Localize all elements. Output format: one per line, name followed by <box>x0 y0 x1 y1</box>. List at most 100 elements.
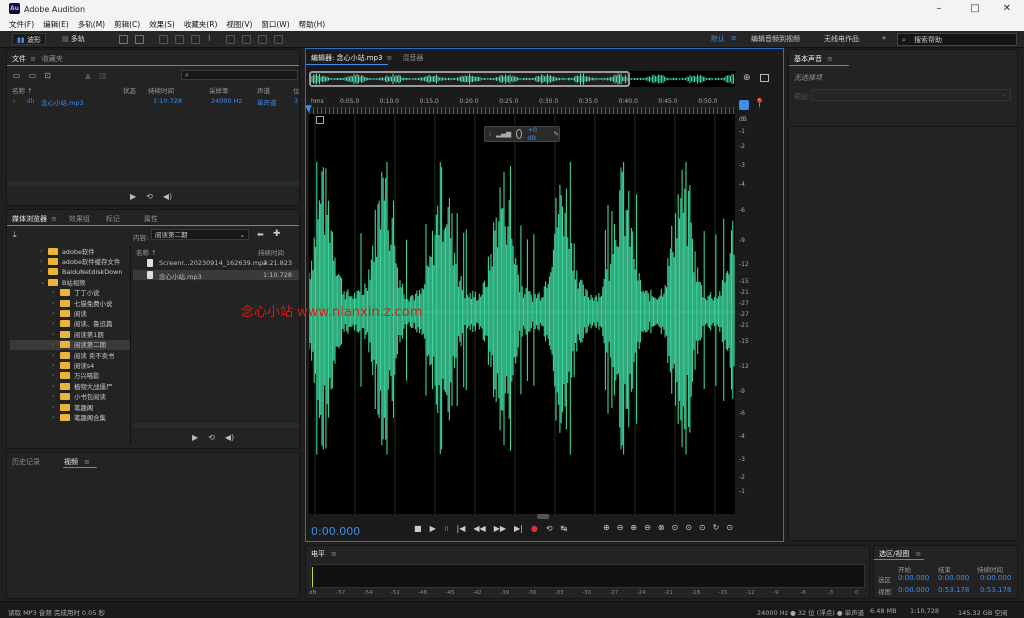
pin-icon[interactable]: ✎ <box>554 130 559 138</box>
chevron-right-icon[interactable]: › <box>52 393 60 400</box>
view-start[interactable]: 0:00.000 <box>898 586 929 594</box>
chevron-right-icon[interactable]: › <box>40 268 48 275</box>
overview-toggle-icon[interactable] <box>760 74 769 82</box>
workspace-radio[interactable]: 无线电作品 <box>824 34 859 44</box>
play-icon[interactable]: ▶ <box>192 433 198 442</box>
zoom-in-point-icon[interactable]: ⊙ <box>685 523 692 532</box>
waveform-display[interactable]: ⁞ ▂▄▆ +0 dB ✎ 念心小站 www.nianxin.z.com <box>241 114 735 514</box>
healing-tool-icon[interactable] <box>274 35 283 44</box>
autoplay-icon[interactable]: ◀) <box>163 192 172 201</box>
view-duration[interactable]: 0:53.178 <box>980 586 1011 594</box>
waveform-mode-button[interactable]: ▮▮ 波形 <box>12 33 46 45</box>
column-bits[interactable]: 位 <box>293 85 300 95</box>
insert-icon[interactable]: ▲ <box>85 71 91 80</box>
close-icon[interactable]: ✕ <box>990 0 1024 18</box>
menu-window[interactable]: 窗口(W) <box>261 18 289 31</box>
folder-item[interactable]: › BaiduNetdiskDown <box>10 267 131 277</box>
level-title[interactable]: 电平 <box>311 549 325 559</box>
zoom-out-time-icon[interactable]: ⊖ <box>644 523 651 532</box>
overview-view-range[interactable] <box>309 71 630 87</box>
zoom-extra-icon[interactable]: ⊙ <box>726 523 733 532</box>
folder-item[interactable]: › 小书包阅读 <box>10 391 131 401</box>
zoom-out-amplitude-icon[interactable]: ⊖ <box>617 523 624 532</box>
column-sample-rate[interactable]: 采样率 <box>209 85 229 95</box>
folder-item[interactable]: › 丁丁小说 <box>10 288 131 298</box>
chevron-right-icon[interactable]: › <box>52 404 60 411</box>
folder-item[interactable]: › adobe软件缓存文件 <box>10 256 131 266</box>
tab-favorites[interactable]: 收藏夹 <box>42 54 63 64</box>
workspace-default[interactable]: 默认 <box>711 34 725 44</box>
file-row[interactable]: › ·ıllı 念心小站.mp3 1:10.728 24000 Hz 单声道 3 <box>7 97 299 107</box>
autoplay-icon[interactable]: ◀) <box>225 433 234 442</box>
horizontal-scrollbar[interactable] <box>309 514 735 519</box>
time-selection-tool-icon[interactable]: I <box>208 34 211 44</box>
column-channels[interactable]: 声道 <box>257 85 270 95</box>
folder-item[interactable]: › 七猫免费小说 <box>10 298 131 308</box>
chevron-right-icon[interactable]: › <box>52 300 60 307</box>
folder-item[interactable]: › 阅读 <box>10 308 131 318</box>
media-file-row[interactable]: Screenr...20230914_162639.mp4 2:21.823 <box>133 259 299 269</box>
folder-item[interactable]: › 阅读s4 <box>10 360 131 370</box>
folder-item[interactable]: › 笔趣阁 <box>10 402 131 412</box>
maximize-icon[interactable]: □ <box>958 0 992 18</box>
open-file-icon[interactable]: ▭ <box>13 71 21 80</box>
pin-icon[interactable]: 📍 <box>754 99 765 109</box>
zoom-rotate-icon[interactable]: ↻ <box>713 523 720 532</box>
column-name[interactable]: 名称 ↑ <box>136 247 157 257</box>
time-ruler[interactable]: hms 0:05.0 0:10.0 0:15.0 0:20.0 0:25.0 0:30.0… <box>309 98 735 114</box>
move-tool-icon[interactable] <box>159 35 168 44</box>
zoom-in-time-icon[interactable]: ⊕ <box>630 523 637 532</box>
tab-effects-rack[interactable]: 效果组 <box>69 214 90 224</box>
current-time[interactable]: 0:00.000 <box>311 525 360 538</box>
folder-item[interactable]: › 笔趣阁合集 <box>10 412 131 422</box>
chevron-right-icon[interactable]: › <box>52 331 60 338</box>
menu-edit[interactable]: 编辑(E) <box>43 18 69 31</box>
chevron-right-icon[interactable]: › <box>52 362 60 369</box>
selection-view-title[interactable]: 选区/视图 <box>879 549 909 559</box>
location-icon[interactable]: ⤓ <box>13 230 17 240</box>
lasso-tool-icon[interactable] <box>242 35 251 44</box>
zoom-in-amplitude-icon[interactable]: ⊕ <box>603 523 610 532</box>
frequency-icon[interactable] <box>316 116 324 124</box>
chevron-down-icon[interactable]: ⌄ <box>40 279 48 286</box>
chevron-right-icon[interactable]: › <box>40 258 48 265</box>
import-icon[interactable]: ▭ <box>29 71 37 80</box>
playhead-marker[interactable]: ▼ <box>305 104 312 114</box>
tab-properties[interactable]: 属性 <box>144 214 158 224</box>
folder-item[interactable]: › 阅读 卖不卖书 <box>10 350 131 360</box>
zoom-selection-icon[interactable]: ⊙ <box>672 523 679 532</box>
zoom-full-icon[interactable]: ⊗ <box>658 523 665 532</box>
selection-end[interactable]: 0:00.000 <box>938 574 969 582</box>
selection-duration[interactable]: 0:00.000 <box>980 574 1011 582</box>
zoom-icon[interactable]: ⊕ <box>743 73 751 83</box>
tab-files[interactable]: 文件 <box>12 54 26 64</box>
tab-video[interactable]: 视频 <box>64 457 78 467</box>
tab-editor[interactable]: 编辑器: 念心小站.mp3 <box>311 53 383 63</box>
headphones-icon[interactable] <box>739 100 749 110</box>
slip-tool-icon[interactable] <box>191 35 200 44</box>
menu-favorites[interactable]: 收藏夹(R) <box>184 18 218 31</box>
tab-history[interactable]: 历史记录 <box>12 457 40 467</box>
minimize-icon[interactable]: – <box>922 0 956 18</box>
menu-view[interactable]: 视图(V) <box>226 18 252 31</box>
column-status[interactable]: 状态 <box>123 85 136 95</box>
marquee-tool-icon[interactable] <box>226 35 235 44</box>
skip-selection-icon[interactable]: ↹ <box>561 524 568 533</box>
chevron-right-icon[interactable]: › <box>52 372 60 379</box>
workspace-edit-video[interactable]: 编辑音频到视频 <box>751 34 800 44</box>
tab-markers[interactable]: 标记 <box>106 214 120 224</box>
horizontal-scrollbar[interactable] <box>133 423 299 428</box>
folder-item[interactable]: › adobe软件 <box>10 246 131 256</box>
chevron-right-icon[interactable]: › <box>52 383 60 390</box>
add-shortcut-icon[interactable]: ✚ <box>273 229 281 239</box>
column-duration[interactable]: 持续时间 <box>148 85 174 95</box>
back-arrow-icon[interactable]: ⬅ <box>257 230 264 239</box>
view-end[interactable]: 0:53.178 <box>938 586 969 594</box>
chevron-right-icon[interactable]: › <box>40 248 48 255</box>
menu-effects[interactable]: 效果(S) <box>149 18 175 31</box>
files-search-input[interactable]: ⌕ <box>181 70 298 80</box>
loop-icon[interactable]: ⟲ <box>208 433 215 442</box>
selection-start[interactable]: 0:00.000 <box>898 574 929 582</box>
folder-item[interactable]: › 植物大战僵尸 <box>10 381 131 391</box>
record-icon[interactable]: ● <box>531 524 538 533</box>
